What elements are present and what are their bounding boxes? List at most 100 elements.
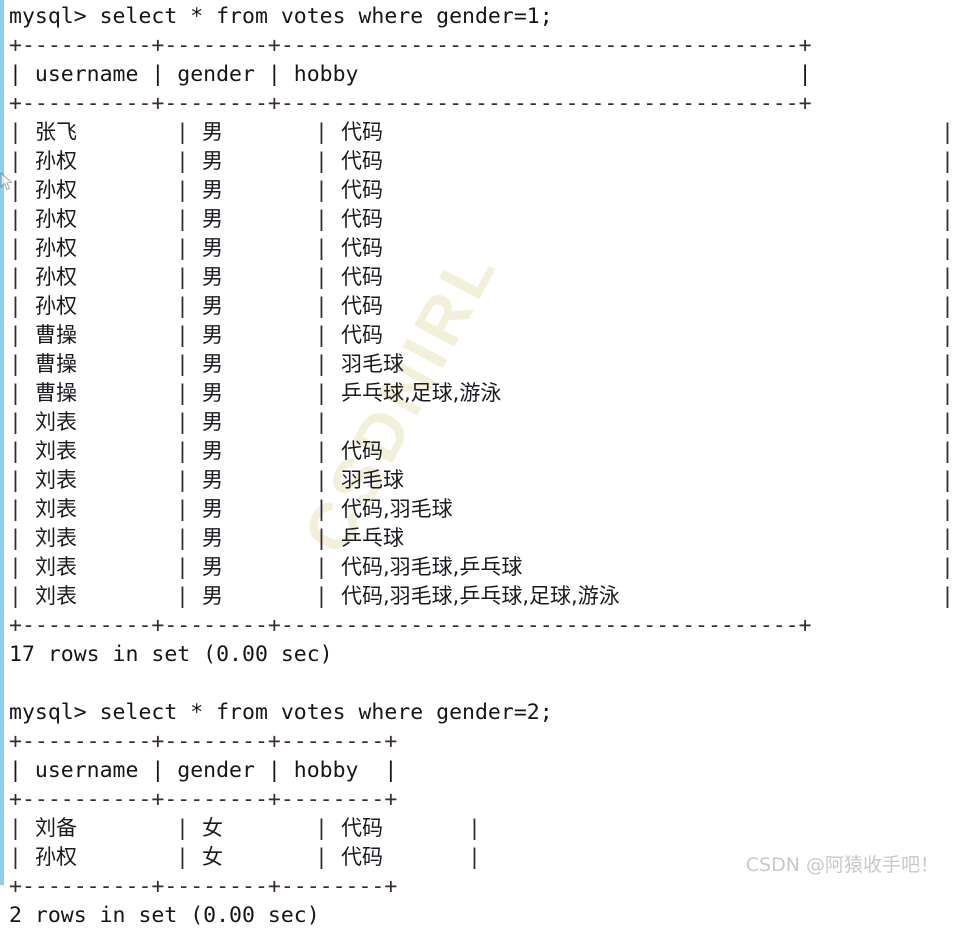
result-line-1: 17 rows in set (0.00 sec)	[9, 642, 333, 667]
cell-divider: |	[941, 497, 954, 522]
cell-divider: |	[941, 236, 954, 261]
cell-gender: 男	[202, 526, 223, 550]
cell-divider: |	[468, 845, 481, 870]
result-line-2: 2 rows in set (0.00 sec)	[9, 903, 320, 928]
cell-username: 刘表	[35, 584, 77, 608]
cell-divider: |	[941, 294, 954, 319]
cell-divider: |	[9, 381, 22, 406]
table-row: | 孙权 | 男 | 代码 |	[9, 292, 955, 321]
cell-hobby: 代码	[341, 845, 383, 869]
table-1-rule-bottom: +----------+--------+-------------------…	[9, 613, 812, 638]
cell-divider: |	[941, 381, 954, 406]
cell-divider: |	[176, 207, 189, 232]
terminal-screenshot: CSDNIRL mysql> select * from votes where…	[0, 0, 955, 928]
cell-divider: |	[9, 816, 22, 841]
cell-divider: |	[176, 410, 189, 435]
cell-username: 刘表	[35, 468, 77, 492]
cell-divider: |	[315, 352, 328, 377]
cell-gender: 男	[202, 439, 223, 463]
table-row: | 孙权 | 男 | 代码 |	[9, 176, 955, 205]
cell-divider: |	[176, 381, 189, 406]
table-1-rule-mid: +----------+--------+-------------------…	[9, 91, 812, 116]
cell-divider: |	[176, 294, 189, 319]
cell-hobby: 代码,羽毛球,乒乓球,足球,游泳	[341, 584, 620, 608]
cell-gender: 男	[202, 236, 223, 260]
cell-divider: |	[176, 120, 189, 145]
cell-gender: 男	[202, 265, 223, 289]
cell-divider: |	[315, 468, 328, 493]
cell-username: 曹操	[35, 352, 77, 376]
cell-divider: |	[315, 845, 328, 870]
cell-divider: |	[176, 265, 189, 290]
cell-hobby: 代码	[341, 120, 383, 144]
cell-divider: |	[9, 323, 22, 348]
cell-username: 刘备	[35, 816, 77, 840]
cell-divider: |	[9, 352, 22, 377]
cell-divider: |	[941, 265, 954, 290]
cell-divider: |	[9, 410, 22, 435]
cell-divider: |	[176, 236, 189, 261]
table-row: | 刘表 | 男 | 代码,羽毛球,乒乓球,足球,游泳 |	[9, 582, 955, 611]
cell-divider: |	[941, 584, 954, 609]
cell-gender: 男	[202, 352, 223, 376]
cell-gender: 女	[202, 816, 223, 840]
table-row: | 刘表 | 男 | 代码,羽毛球,乒乓球 |	[9, 553, 955, 582]
table-row: | 刘表 | 男 | |	[9, 408, 955, 437]
cell-divider: |	[941, 352, 954, 377]
cell-username: 刘表	[35, 555, 77, 579]
cell-hobby: 乒乓球	[341, 526, 404, 550]
cell-username: 张飞	[35, 120, 77, 144]
cell-gender: 男	[202, 381, 223, 405]
cell-hobby: 代码,羽毛球,乒乓球	[341, 555, 523, 579]
table-row: | 孙权 | 男 | 代码 |	[9, 234, 955, 263]
cell-divider: |	[9, 497, 22, 522]
cell-divider: |	[176, 555, 189, 580]
csdn-watermark: CSDN @阿猿收手吧！	[745, 854, 939, 876]
cell-hobby: 代码	[341, 323, 383, 347]
table-row: | 张飞 | 男 | 代码 |	[9, 118, 955, 147]
table-1-header: | username | gender | hobby |	[9, 62, 812, 87]
cell-gender: 男	[202, 555, 223, 579]
cell-username: 孙权	[35, 178, 77, 202]
cell-divider: |	[941, 410, 954, 435]
cell-hobby: 代码	[341, 236, 383, 260]
cell-username: 孙权	[35, 265, 77, 289]
cell-divider: |	[176, 468, 189, 493]
table-row: | 孙权 | 男 | 代码 |	[9, 147, 955, 176]
cell-divider: |	[176, 352, 189, 377]
cell-divider: |	[315, 584, 328, 609]
cell-gender: 男	[202, 207, 223, 231]
cell-username: 孙权	[35, 207, 77, 231]
cell-gender: 男	[202, 410, 223, 434]
table-row: | 曹操 | 男 | 乒乓球,足球,游泳 |	[9, 379, 955, 408]
cell-hobby: 代码	[341, 149, 383, 173]
cell-divider: |	[941, 468, 954, 493]
cell-hobby: 乒乓球,足球,游泳	[341, 381, 502, 405]
cell-divider: |	[315, 816, 328, 841]
cell-divider: |	[9, 207, 22, 232]
cell-gender: 男	[202, 468, 223, 492]
cell-divider: |	[9, 120, 22, 145]
table-row: | 刘表 | 男 | 乒乓球 |	[9, 524, 955, 553]
table-row: | 刘表 | 男 | 代码 |	[9, 437, 955, 466]
table-row: | 刘表 | 男 | 代码,羽毛球 |	[9, 495, 955, 524]
cell-divider: |	[176, 149, 189, 174]
cell-divider: |	[315, 526, 328, 551]
cell-gender: 男	[202, 323, 223, 347]
cell-divider: |	[9, 555, 22, 580]
cell-divider: |	[9, 845, 22, 870]
cell-username: 孙权	[35, 294, 77, 318]
cell-divider: |	[9, 468, 22, 493]
cell-divider: |	[9, 439, 22, 464]
cell-gender: 男	[202, 584, 223, 608]
cell-divider: |	[9, 178, 22, 203]
cell-divider: |	[941, 149, 954, 174]
cell-divider: |	[468, 816, 481, 841]
cell-divider: |	[941, 120, 954, 145]
cell-divider: |	[941, 439, 954, 464]
cell-divider: |	[176, 323, 189, 348]
cell-divider: |	[941, 323, 954, 348]
cell-divider: |	[315, 178, 328, 203]
cell-divider: |	[9, 236, 22, 261]
